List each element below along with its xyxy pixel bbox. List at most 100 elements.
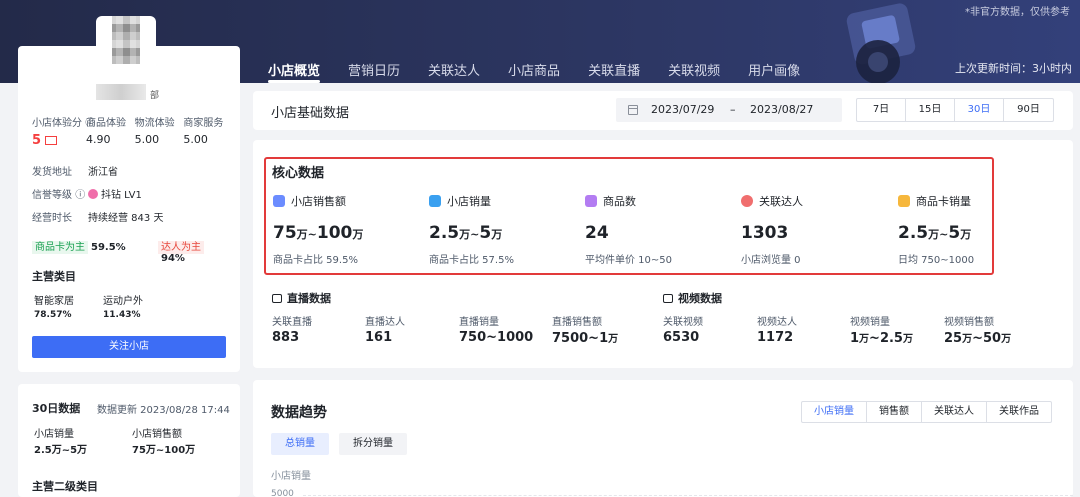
range-15d-button[interactable]: 15日 [906,99,955,121]
product-box-icon [585,195,597,207]
yen-icon [273,195,285,207]
sub-tab-split[interactable]: 拆分销量 [339,433,407,455]
live-value: 7500~1万 [552,331,619,346]
shop-avatar[interactable] [96,16,156,78]
trend-metric-tabs: 小店销量 销售额 关联达人 关联作品 [801,401,1052,423]
tab-related-influencers[interactable]: 关联达人 [414,48,494,83]
trend-tab-works[interactable]: 关联作品 [987,402,1051,422]
thirty-day-sales-value: 2.5万~5万 [34,445,88,456]
range-30d-button[interactable]: 30日 [955,99,1004,121]
shop-scores: 小店体验分 ⓘ 5 商品体验 4.90 物流体验 5.00 商家服务 5.00 [32,114,232,148]
thirty-day-amount-value: 75万~100万 [132,445,196,456]
metric-label: 小店销量 [429,193,514,209]
tab-marketing-calendar[interactable]: 营销日历 [334,48,414,83]
score-value: 5.00 [134,133,160,146]
product-card-tag: 商品卡为主 [32,241,88,254]
date-range-picker[interactable]: 2023/07/29 – 2023/08/27 [616,98,842,122]
metric-related-influencers: 关联达人 1303 小店浏览量 0 [741,193,803,266]
live-label: 直播销售额 [552,317,602,328]
card-icon [898,195,910,207]
score-label: 商家服务 [183,118,224,129]
main-category-title: 主营类目 [32,270,76,283]
score-value: 5.00 [183,133,208,146]
main-nav: 小店概览 营销日历 关联达人 小店商品 关联直播 关联视频 用户画像 [254,48,814,83]
metric-sub: 商品卡占比 57.5% [429,255,514,266]
category-name: 运动户外 [103,296,143,307]
video-value: 25万~50万 [944,331,1012,346]
ship-from-value: 浙江省 [88,167,118,178]
follow-shop-button[interactable]: 关注小店 [32,336,226,358]
score-label: 小店体验分 ⓘ [32,118,96,129]
tab-related-videos[interactable]: 关联视频 [654,48,734,83]
metric-label: 商品卡销量 [898,193,974,209]
score-label: 物流体验 [134,118,175,129]
disclaimer-text: *非官方数据，仅供参考 [965,7,1070,18]
live-value: 750~1000 [459,330,534,345]
calendar-icon [628,105,638,115]
metric-sub: 日均 750~1000 [898,255,975,266]
duration-value: 持续经营 843 天 [88,213,164,224]
trend-up-icon [429,195,441,207]
date-start: 2023/07/29 [651,103,715,116]
update-time: 上次更新时间：3小时内 [955,62,1072,75]
influencer-tag-wrap: 达人为主94% [158,238,228,264]
tab-related-live[interactable]: 关联直播 [574,48,654,83]
trend-chart-icon[interactable] [45,136,58,145]
thirty-day-amount-label: 小店销售额 [132,429,182,440]
video-label: 视频销量 [850,317,890,328]
video-value: 1万~2.5万 [850,331,913,346]
header-decoration-icon [846,3,916,83]
range-7d-button[interactable]: 7日 [857,99,906,121]
trend-tab-sales-volume[interactable]: 小店销量 [802,402,867,422]
credit-label: 信誉等级 [32,190,72,201]
ship-from-label: 发货地址 [32,167,72,178]
live-value: 161 [365,330,393,345]
metric-label: 关联达人 [741,193,803,209]
video-value: 1172 [757,330,794,345]
basic-data-title: 小店基础数据 [271,106,350,121]
avatar-mosaic [116,16,136,64]
user-icon [741,195,753,207]
trend-y-title: 小店销量 [271,471,311,482]
trend-tab-sales-amount[interactable]: 销售额 [867,402,922,422]
influencer-pct: 94% [161,253,185,264]
metric-shop-sales-volume: 小店销量 2.5万~5万 商品卡占比 57.5% [429,193,514,266]
sub-tab-total[interactable]: 总销量 [271,433,329,455]
live-value: 883 [272,330,300,345]
shop-name-suffix: 部 [150,91,160,101]
channel-tags: 商品卡为主 59.5% 达人为主94% [32,238,228,264]
shop-name-blurred [96,84,146,100]
trend-tab-influencers[interactable]: 关联达人 [922,402,987,422]
category-pct: 11.43% [103,310,141,320]
ship-from-row: 发货地址 浙江省 [32,163,118,178]
trend-sub-tabs: 总销量 拆分销量 [271,433,407,455]
live-label: 关联直播 [272,317,312,328]
tab-shop-overview[interactable]: 小店概览 [254,48,334,83]
metric-value: 1303 [741,223,789,243]
trend-y-tick: 5000 [271,489,294,497]
trend-grid-line [303,495,1073,496]
metric-value: 24 [585,223,609,243]
metric-shop-sales-amount: 小店销售额 75万~100万 商品卡占比 59.5% [273,193,363,266]
credit-row: 信誉等级 ⓘ 抖钻 LV1 [32,186,142,201]
live-label: 直播销量 [459,317,499,328]
trend-title: 数据趋势 [271,405,327,421]
duration-label: 经营时长 [32,213,72,224]
date-end: 2023/08/27 [750,103,814,116]
help-icon[interactable]: ⓘ [75,190,85,201]
category-pct: 78.57% [34,310,72,320]
tab-user-profile[interactable]: 用户画像 [734,48,814,83]
tab-shop-products[interactable]: 小店商品 [494,48,574,83]
date-separator: – [730,103,736,116]
range-90d-button[interactable]: 90日 [1004,99,1053,121]
score-value: 4.90 [86,133,111,146]
metric-sub: 平均件单价 10~50 [585,255,673,266]
metric-value: 2.5万~5万 [898,223,972,243]
core-data-title: 核心数据 [272,166,325,181]
live-label: 直播达人 [365,317,405,328]
metric-product-count: 商品数 24 平均件单价 10~50 [585,193,672,266]
score-label: 商品体验 [86,118,126,129]
diamond-icon [88,189,98,199]
video-icon [663,293,673,303]
thirty-day-title: 30日数据 [32,402,81,415]
